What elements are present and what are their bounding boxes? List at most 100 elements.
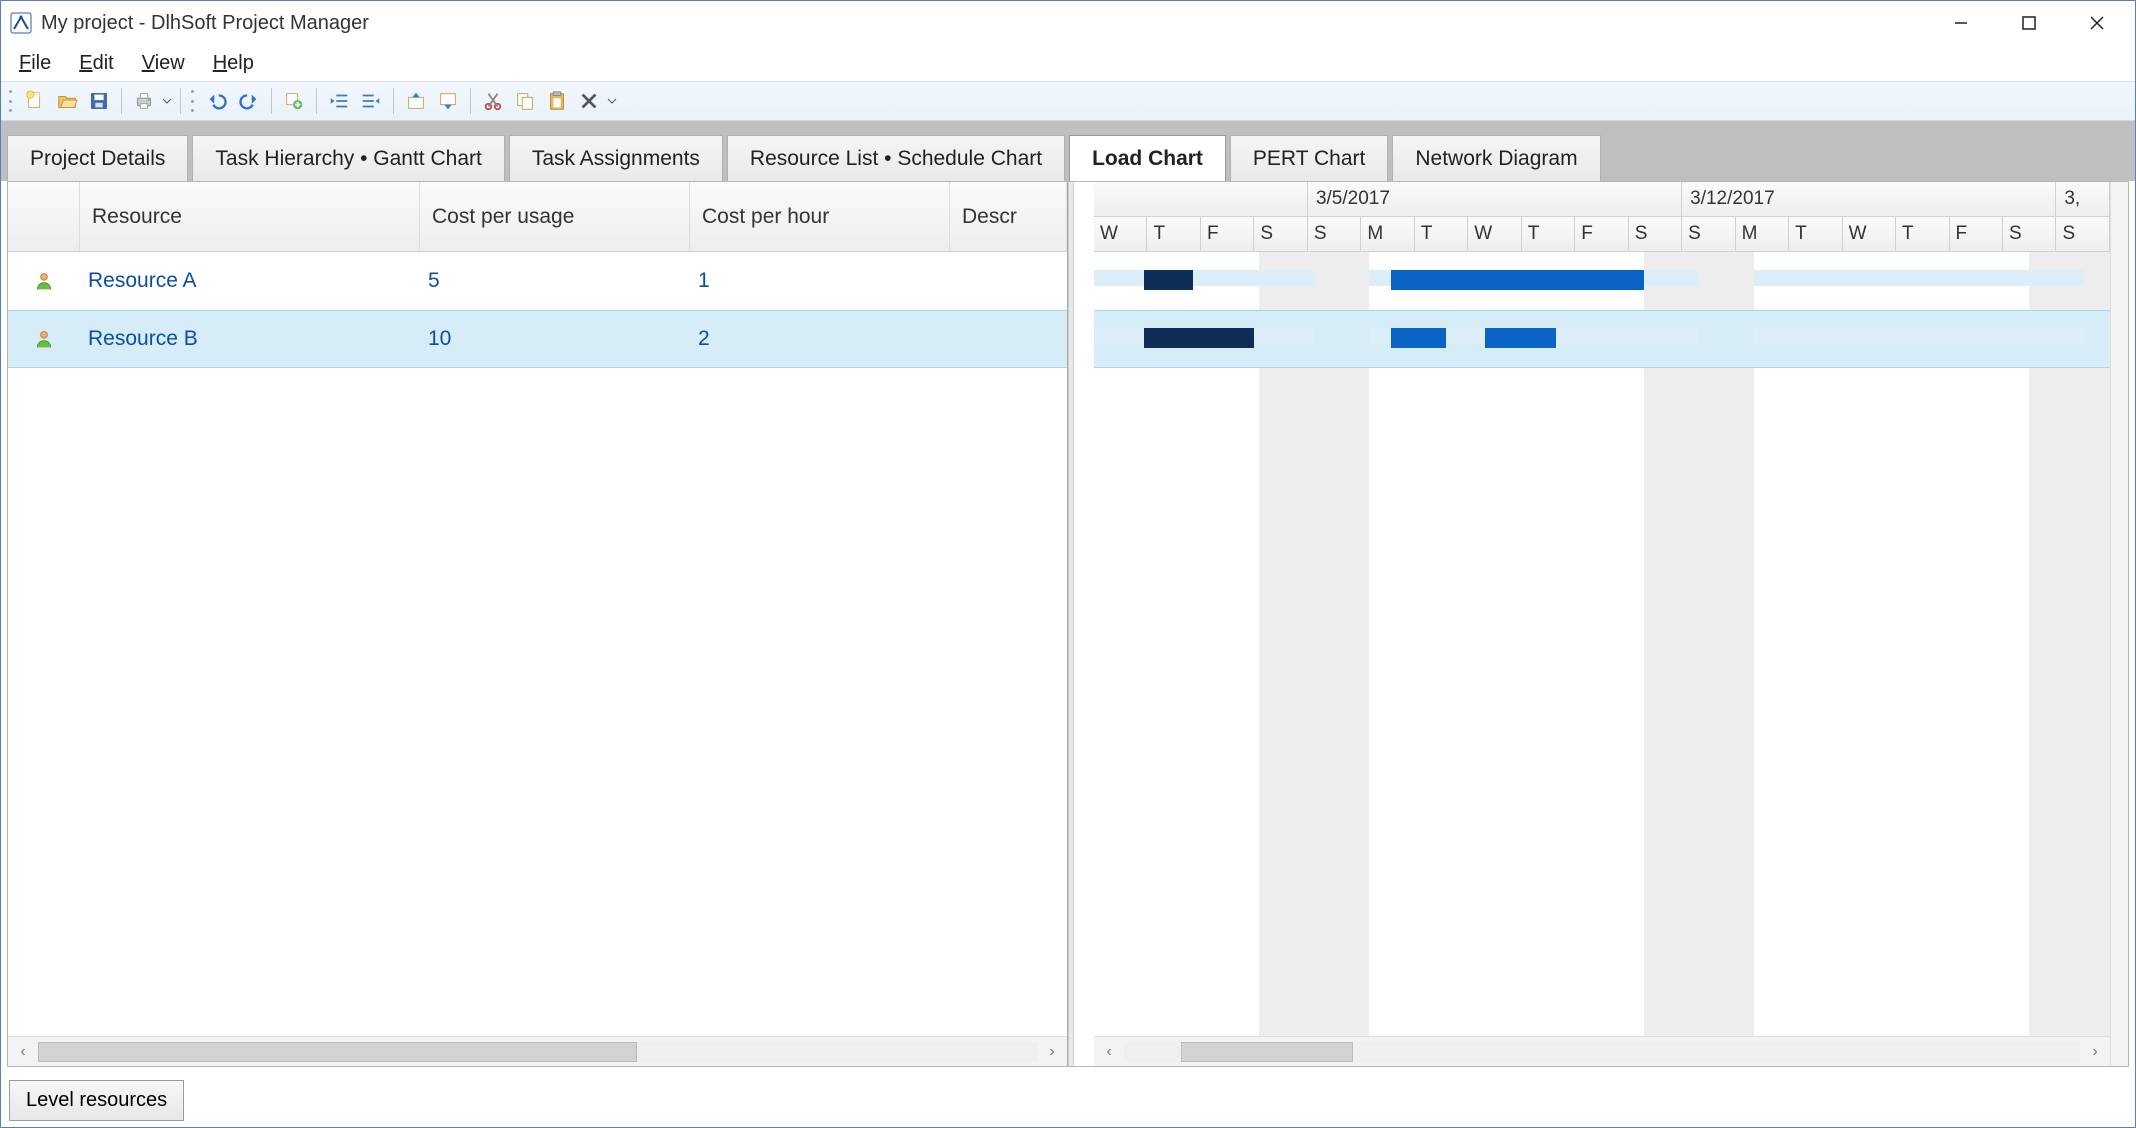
- button-label: Level resources: [26, 1089, 167, 1111]
- cell-cost-per-usage: 5: [420, 269, 690, 293]
- app-icon: [9, 11, 33, 35]
- tab-task-hierarchy[interactable]: Task Hierarchy • Gantt Chart: [192, 135, 504, 181]
- separator-icon: [180, 88, 181, 114]
- tab-label: Resource List • Schedule Chart: [750, 147, 1042, 171]
- column-label: Resource: [92, 205, 182, 229]
- print-icon[interactable]: [130, 87, 158, 115]
- load-bar-blue[interactable]: [1485, 328, 1557, 348]
- movedown-icon[interactable]: [434, 87, 462, 115]
- chart-vscrollbar[interactable]: [2110, 182, 2128, 1066]
- close-button[interactable]: [2063, 1, 2131, 45]
- column-header-resource[interactable]: Resource: [80, 182, 420, 251]
- separator-icon: [470, 88, 471, 114]
- separator-icon: [121, 88, 122, 114]
- toolbar-grip[interactable]: [189, 90, 197, 112]
- outdent-icon[interactable]: [325, 87, 353, 115]
- table-row[interactable]: Resource A 5 1: [8, 252, 1067, 310]
- chart-body[interactable]: [1094, 252, 2110, 1036]
- minimize-button[interactable]: [1927, 1, 1995, 45]
- load-bar-blue[interactable]: [1391, 328, 1446, 348]
- menu-file[interactable]: File: [5, 48, 65, 79]
- dropdown-icon[interactable]: [162, 87, 172, 115]
- day-header: M: [1361, 217, 1414, 251]
- resource-grid: Resource Cost per usage Cost per hour De…: [8, 182, 1068, 1066]
- window-title: My project - DlhSoft Project Manager: [41, 12, 369, 35]
- scroll-right-icon[interactable]: ›: [1037, 1037, 1067, 1067]
- undo-icon[interactable]: [203, 87, 231, 115]
- day-header: S: [2056, 217, 2109, 251]
- tab-task-assignments[interactable]: Task Assignments: [509, 135, 723, 181]
- table-row[interactable]: Resource B 10 2: [8, 310, 1067, 368]
- week-header: 3/5/2017: [1308, 182, 1682, 216]
- day-header: S: [2003, 217, 2056, 251]
- cell-cost-per-hour: 2: [690, 327, 950, 351]
- week-header: 3,: [2056, 182, 2110, 216]
- column-header-cost-per-hour[interactable]: Cost per hour: [690, 182, 950, 251]
- timeline-days: WTFSSMTWTFSSMTWTFSS: [1094, 217, 2110, 252]
- cut-icon[interactable]: [479, 87, 507, 115]
- cell-cost-per-usage: 10: [420, 327, 690, 351]
- tab-label: PERT Chart: [1253, 147, 1365, 171]
- week-header: [1094, 182, 1308, 216]
- scroll-right-icon[interactable]: ›: [2080, 1037, 2110, 1067]
- dropdown-icon[interactable]: [607, 87, 617, 115]
- column-header-description[interactable]: Descr: [950, 182, 1067, 251]
- scroll-left-icon[interactable]: ‹: [8, 1037, 38, 1067]
- titlebar: My project - DlhSoft Project Manager: [1, 1, 2135, 45]
- column-header-icon[interactable]: [8, 182, 80, 251]
- day-header: F: [1950, 217, 2003, 251]
- day-header: S: [1308, 217, 1361, 251]
- new-icon[interactable]: [21, 87, 49, 115]
- load-bar-light[interactable]: [1754, 270, 2084, 286]
- toolbar: [1, 81, 2135, 121]
- menu-edit[interactable]: Edit: [65, 48, 127, 79]
- open-icon[interactable]: [53, 87, 81, 115]
- weekend-shading: [1644, 252, 1699, 1036]
- chart-hscrollbar[interactable]: ‹ ›: [1094, 1036, 2110, 1066]
- day-header: F: [1201, 217, 1254, 251]
- separator-icon: [393, 88, 394, 114]
- column-label: Cost per hour: [702, 205, 829, 229]
- copy-icon[interactable]: [511, 87, 539, 115]
- load-bar-dark[interactable]: [1144, 328, 1254, 348]
- tab-load-chart[interactable]: Load Chart: [1069, 135, 1226, 181]
- scroll-left-icon[interactable]: ‹: [1094, 1037, 1124, 1067]
- week-header: 3/12/2017: [1682, 182, 2056, 216]
- tab-project-details[interactable]: Project Details: [7, 135, 188, 181]
- level-resources-button[interactable]: Level resources: [9, 1080, 184, 1121]
- tab-label: Task Assignments: [532, 147, 700, 171]
- menu-view[interactable]: View: [128, 48, 199, 79]
- cell-cost-per-hour: 1: [690, 269, 950, 293]
- redo-icon[interactable]: [235, 87, 263, 115]
- save-icon[interactable]: [85, 87, 113, 115]
- moveup-icon[interactable]: [402, 87, 430, 115]
- column-header-cost-per-usage[interactable]: Cost per usage: [420, 182, 690, 251]
- indent-icon[interactable]: [357, 87, 385, 115]
- maximize-button[interactable]: [1995, 1, 2063, 45]
- bottom-bar: Level resources: [1, 1073, 2135, 1127]
- app-window: My project - DlhSoft Project Manager Fil…: [0, 0, 2136, 1128]
- person-icon: [8, 271, 80, 291]
- load-bar-blue[interactable]: [1391, 270, 1644, 290]
- day-header: W: [1468, 217, 1521, 251]
- tab-resource-list[interactable]: Resource List • Schedule Chart: [727, 135, 1065, 181]
- grid-header: Resource Cost per usage Cost per hour De…: [8, 182, 1067, 252]
- day-header: T: [1415, 217, 1468, 251]
- day-header: S: [1629, 217, 1682, 251]
- paste-icon[interactable]: [543, 87, 571, 115]
- weekend-shading: [1699, 252, 1754, 1036]
- add-icon[interactable]: [280, 87, 308, 115]
- toolbar-grip[interactable]: [7, 90, 15, 112]
- grid-hscrollbar[interactable]: ‹ ›: [8, 1036, 1067, 1066]
- tab-network-diagram[interactable]: Network Diagram: [1392, 135, 1600, 181]
- load-bar-dark[interactable]: [1144, 270, 1194, 290]
- tab-label: Load Chart: [1092, 147, 1203, 171]
- load-chart-panel: 3/5/20173/12/20173, WTFSSMTWTFSSMTWTFSS …: [1094, 182, 2110, 1066]
- menu-help[interactable]: Help: [199, 48, 268, 79]
- load-bar-light[interactable]: [1754, 328, 2084, 344]
- day-header: T: [1896, 217, 1949, 251]
- tab-pert-chart[interactable]: PERT Chart: [1230, 135, 1388, 181]
- load-bar-light[interactable]: [1094, 270, 1314, 286]
- menu-label: dit: [93, 52, 114, 74]
- delete-icon[interactable]: [575, 87, 603, 115]
